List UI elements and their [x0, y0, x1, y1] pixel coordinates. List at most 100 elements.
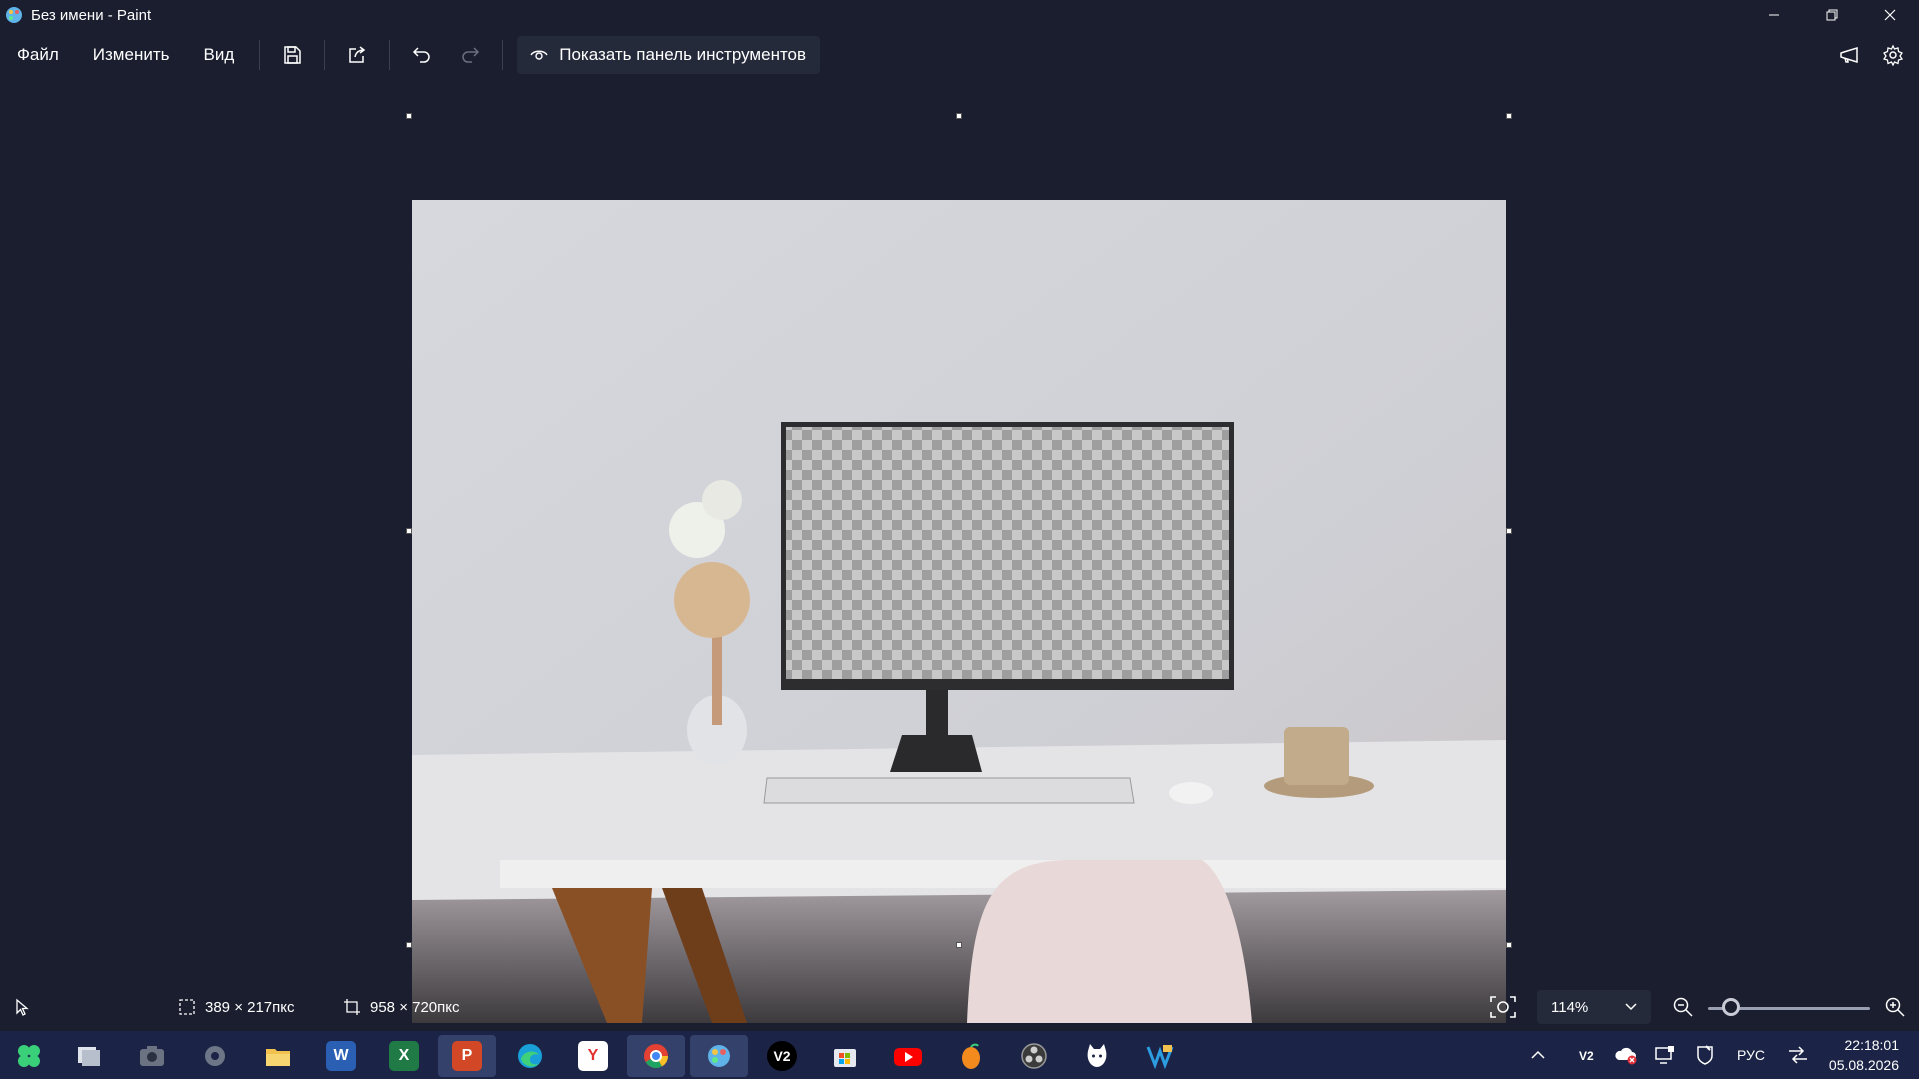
- cloud-error-icon: [1615, 1047, 1637, 1065]
- zoom-in-button[interactable]: [1884, 996, 1906, 1018]
- minimize-button[interactable]: [1745, 0, 1803, 30]
- redo-button[interactable]: [446, 36, 494, 74]
- tray-v2[interactable]: V2: [1577, 1031, 1599, 1079]
- language-indicator[interactable]: РУС: [1737, 1031, 1765, 1079]
- chrome-app[interactable]: [627, 1035, 685, 1077]
- fit-screen-icon: [1490, 996, 1516, 1018]
- excel-app[interactable]: X: [375, 1035, 433, 1077]
- paint-taskbar-app[interactable]: [690, 1035, 748, 1077]
- clock-time: 22:18:01: [1844, 1037, 1900, 1053]
- undo-button[interactable]: [398, 36, 446, 74]
- cat-app[interactable]: [1068, 1035, 1126, 1077]
- gear-icon: [205, 1046, 225, 1066]
- store-app[interactable]: [816, 1035, 874, 1077]
- status-bar: 389 × 217пкс 958 × 720пкс 114%: [0, 986, 1919, 1030]
- zoom-out-button[interactable]: [1672, 996, 1694, 1018]
- menu-file[interactable]: Файл: [0, 36, 76, 74]
- settings-button[interactable]: [1871, 36, 1915, 74]
- zoom-in-icon: [1885, 997, 1905, 1017]
- zoom-dropdown[interactable]: 114%: [1537, 990, 1651, 1024]
- zoom-slider-thumb[interactable]: [1722, 998, 1740, 1016]
- close-button[interactable]: [1861, 0, 1919, 30]
- zoom-out-icon: [1673, 997, 1693, 1017]
- clock-date: 05.08.2026: [1828, 1057, 1899, 1073]
- show-hidden-icons[interactable]: [1530, 1031, 1546, 1079]
- toolbar-divider: [502, 40, 504, 70]
- title-bar: Без имени - Paint: [0, 0, 1919, 30]
- selection-icon: [179, 999, 195, 1015]
- megaphone-icon: [1840, 46, 1858, 64]
- edge-app[interactable]: [501, 1035, 559, 1077]
- tray-display[interactable]: [1654, 1031, 1676, 1079]
- word-app[interactable]: W: [312, 1035, 370, 1077]
- excel-icon: X: [389, 1041, 419, 1071]
- network-icon: [1789, 1046, 1807, 1064]
- show-toolbar-label: Показать панель инструментов: [559, 45, 807, 64]
- toolbar-divider: [324, 40, 326, 70]
- powerpoint-app[interactable]: P: [438, 1035, 496, 1077]
- settings-app[interactable]: [186, 1035, 244, 1077]
- selection-size: 389 × 217пкс: [178, 998, 295, 1016]
- canvas-size-icon: [344, 999, 360, 1015]
- canvas-size: 958 × 720пкс: [343, 998, 460, 1016]
- resize-handle-bottom-right[interactable]: [1506, 942, 1512, 948]
- desk-photo: [412, 200, 1506, 1023]
- paint-app-icon: [6, 7, 22, 23]
- menu-view[interactable]: Вид: [186, 36, 251, 74]
- restore-button[interactable]: [1803, 0, 1861, 30]
- resize-handle-bottom-left[interactable]: [406, 942, 412, 948]
- save-button[interactable]: [268, 36, 316, 74]
- vs-app[interactable]: [1131, 1035, 1189, 1077]
- resize-handle-right[interactable]: [1506, 528, 1512, 534]
- eye-icon: [530, 50, 548, 60]
- camera-app[interactable]: [123, 1035, 181, 1077]
- youtube-app[interactable]: [879, 1035, 937, 1077]
- yandex-app[interactable]: Y: [564, 1035, 622, 1077]
- monitor-icon: [1655, 1046, 1674, 1064]
- minimize-icon: [1769, 14, 1779, 16]
- show-toolbar-button[interactable]: Показать панель инструментов: [517, 36, 821, 74]
- save-icon: [284, 46, 301, 64]
- task-view-button[interactable]: [60, 1035, 118, 1077]
- chrome-icon: [644, 1044, 668, 1069]
- restore-icon: [1826, 9, 1838, 21]
- close-icon: [1884, 9, 1896, 21]
- explorer-app[interactable]: [249, 1035, 307, 1077]
- obs-app[interactable]: [1005, 1035, 1063, 1077]
- resize-handle-top-right[interactable]: [1506, 113, 1512, 119]
- resize-handle-top[interactable]: [956, 113, 962, 119]
- v2-app[interactable]: V2: [753, 1035, 811, 1077]
- redo-icon: [462, 47, 480, 63]
- resize-handle-left[interactable]: [406, 528, 412, 534]
- canvas-area[interactable]: [0, 80, 1919, 1023]
- clock[interactable]: 22:18:01 05.08.2026: [1829, 1035, 1899, 1075]
- gear-icon: [1882, 44, 1904, 66]
- canvas-image[interactable]: [412, 200, 1506, 1023]
- cat-icon: [1087, 1044, 1107, 1067]
- fit-to-window-button[interactable]: [1489, 994, 1517, 1020]
- edge-icon: [518, 1044, 542, 1068]
- selection-size-label: 389 × 217пкс: [205, 998, 295, 1016]
- resize-handle-bottom[interactable]: [956, 942, 962, 948]
- resize-handle-top-left[interactable]: [406, 113, 412, 119]
- vs-icon: [1146, 1045, 1174, 1070]
- tray-cloud[interactable]: [1614, 1031, 1638, 1079]
- tray-shield[interactable]: [1694, 1031, 1716, 1079]
- fl-studio-app[interactable]: [942, 1035, 1000, 1077]
- menu-edit[interactable]: Изменить: [76, 36, 187, 74]
- shield-icon: [1697, 1045, 1713, 1065]
- share-icon: [349, 46, 366, 63]
- svg-text:V2: V2: [1579, 1049, 1594, 1063]
- powerpoint-icon: P: [452, 1041, 482, 1071]
- v2-tray-icon: V2: [1579, 1049, 1594, 1063]
- start-button[interactable]: [0, 1035, 58, 1077]
- store-icon: [834, 1049, 856, 1067]
- cursor-icon: [16, 998, 29, 1016]
- youtube-icon: [894, 1048, 922, 1066]
- share-button[interactable]: [333, 36, 381, 74]
- menu-bar: Файл Изменить Вид Показать панель инстру…: [0, 32, 1919, 78]
- feedback-button[interactable]: [1827, 36, 1871, 74]
- fruit-icon: [962, 1043, 980, 1069]
- v2-icon: V2: [767, 1041, 797, 1071]
- tray-network[interactable]: [1787, 1031, 1809, 1079]
